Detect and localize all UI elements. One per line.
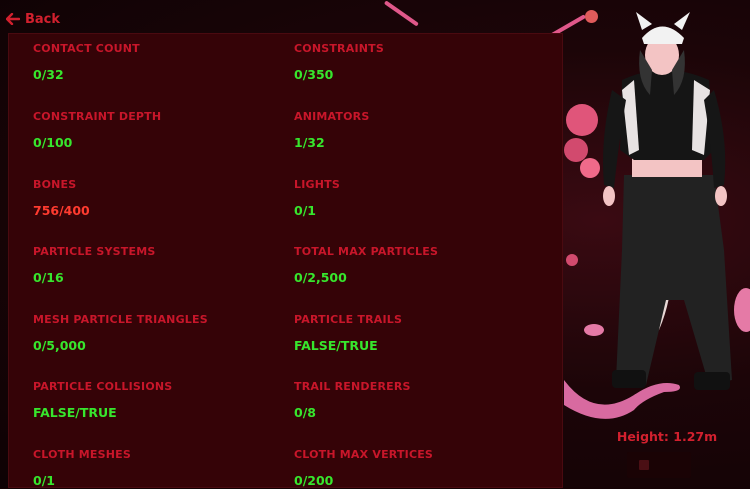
stat-label: CLOTH MAX VERTICES <box>294 448 434 461</box>
stat-label: CONTACT COUNT <box>33 42 140 55</box>
stat-value: 0/5,000 <box>33 338 86 353</box>
stat-label: CLOTH MESHES <box>33 448 132 461</box>
stat-value: 0/2,500 <box>294 270 347 285</box>
performance-stats-panel: CONTACT COUNT 0/32 CONSTRAINTS 0/350 CON… <box>8 33 563 488</box>
stat-label: ANIMATORS <box>294 110 370 123</box>
stat-label: PARTICLE SYSTEMS <box>33 245 156 258</box>
stat-value: 1/32 <box>294 135 325 150</box>
stat-particle-collisions: PARTICLE COLLISIONS FALSE/TRUE <box>33 380 273 421</box>
square-icon <box>639 460 649 470</box>
preview-action-button[interactable] <box>627 452 691 478</box>
stat-value: 0/16 <box>33 270 64 285</box>
stat-label: CONSTRAINT DEPTH <box>33 110 162 123</box>
stat-label: PARTICLE TRAILS <box>294 313 403 326</box>
stat-particle-trails: PARTICLE TRAILS FALSE/TRUE <box>294 313 534 354</box>
stat-value: 756/400 <box>33 203 90 218</box>
stat-cloth-max-vertices: CLOTH MAX VERTICES 0/200 <box>294 448 534 489</box>
back-button[interactable]: Back <box>6 9 60 29</box>
stat-constraints: CONSTRAINTS 0/350 <box>294 42 534 83</box>
stat-label: TOTAL MAX PARTICLES <box>294 245 439 258</box>
back-label: Back <box>25 11 61 27</box>
stat-label: PARTICLE COLLISIONS <box>33 380 173 393</box>
stat-label: TRAIL RENDERERS <box>294 380 411 393</box>
stat-value: FALSE/TRUE <box>33 405 117 420</box>
stat-value: 0/200 <box>294 473 334 488</box>
stat-label: BONES <box>33 178 77 191</box>
stat-total-max-particles: TOTAL MAX PARTICLES 0/2,500 <box>294 245 534 286</box>
stat-value: 0/1 <box>33 473 55 488</box>
stat-value: 0/350 <box>294 67 334 82</box>
stat-animators: ANIMATORS 1/32 <box>294 110 534 151</box>
stat-mesh-particle-triangles: MESH PARTICLE TRIANGLES 0/5,000 <box>33 313 273 354</box>
arrow-left-icon <box>6 13 20 25</box>
stat-value: 0/1 <box>294 203 316 218</box>
stat-contact-count: CONTACT COUNT 0/32 <box>33 42 273 83</box>
avatar-preview[interactable] <box>564 0 750 488</box>
stat-value: FALSE/TRUE <box>294 338 378 353</box>
stat-cloth-meshes: CLOTH MESHES 0/1 <box>33 448 273 489</box>
stat-value: 0/100 <box>33 135 73 150</box>
stat-label: MESH PARTICLE TRIANGLES <box>33 313 208 326</box>
avatar-height-label: Height: 1.27m <box>616 429 718 444</box>
stat-value: 0/32 <box>33 67 64 82</box>
stat-label: LIGHTS <box>294 178 340 191</box>
stat-trail-renderers: TRAIL RENDERERS 0/8 <box>294 380 534 421</box>
stat-particle-systems: PARTICLE SYSTEMS 0/16 <box>33 245 273 286</box>
stat-label: CONSTRAINTS <box>294 42 384 55</box>
avatar-figure <box>603 12 732 390</box>
stat-bones: BONES 756/400 <box>33 178 273 219</box>
stat-constraint-depth: CONSTRAINT DEPTH 0/100 <box>33 110 273 151</box>
stat-lights: LIGHTS 0/1 <box>294 178 534 219</box>
stat-value: 0/8 <box>294 405 316 420</box>
